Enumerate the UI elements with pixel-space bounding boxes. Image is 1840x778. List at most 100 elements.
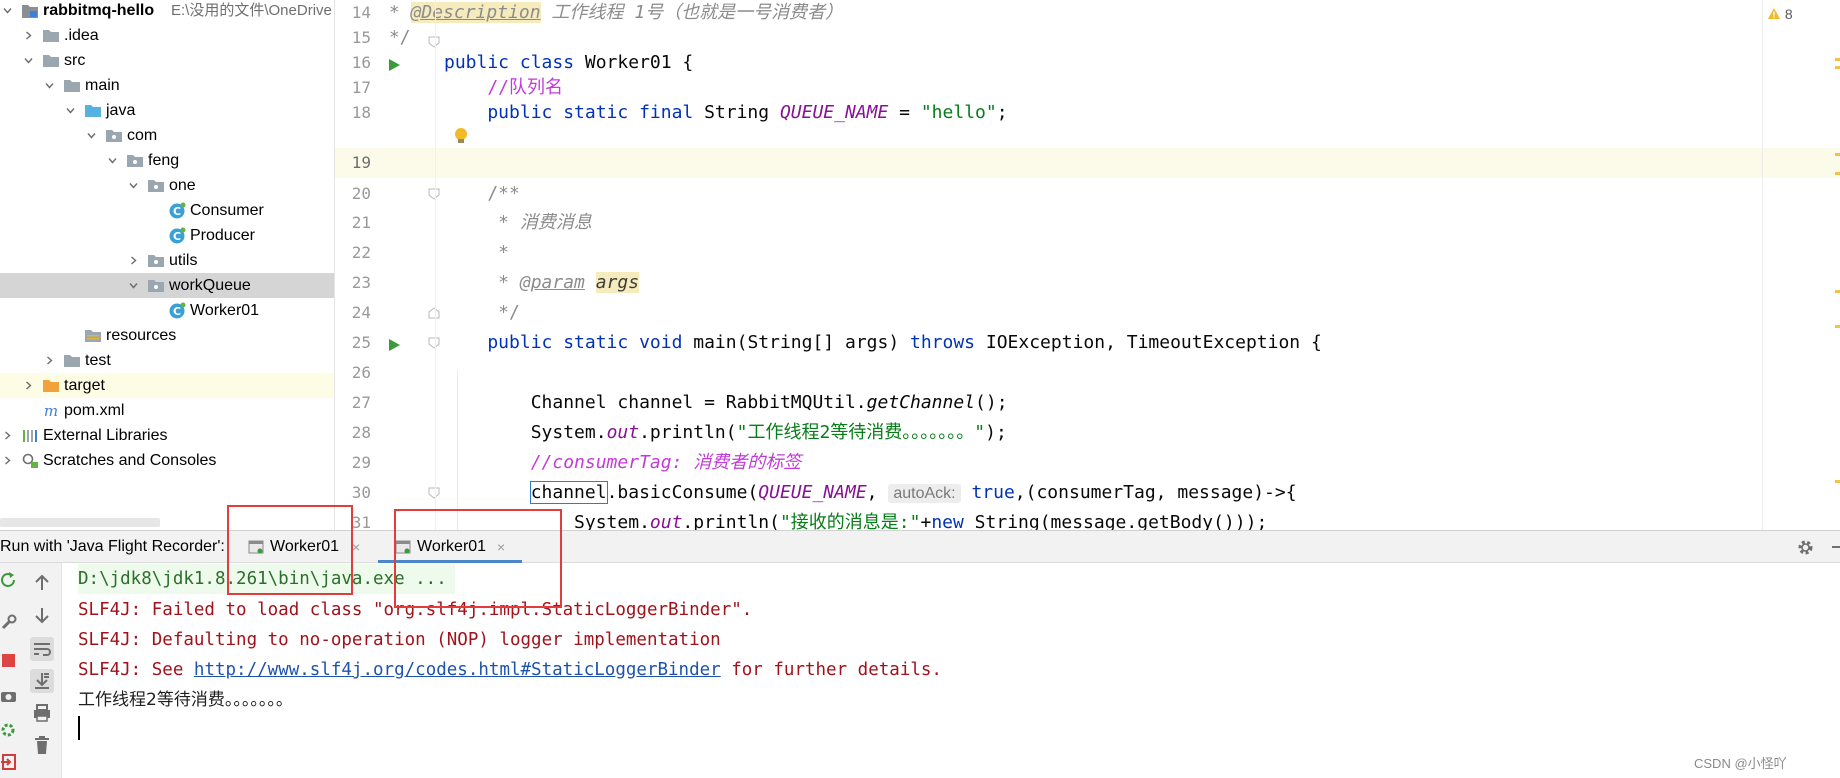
login-icon[interactable] [0, 753, 18, 771]
fold-icon[interactable] [428, 487, 440, 499]
run-side-toolbar [0, 563, 22, 778]
inspection-widget[interactable]: 8 [1767, 6, 1793, 22]
fold-icon[interactable] [428, 337, 440, 349]
tree-item-test[interactable]: test [0, 348, 334, 373]
soft-wrap-icon[interactable] [30, 637, 54, 661]
run-gutter-icon[interactable] [387, 336, 401, 351]
chevron-down-icon[interactable] [108, 156, 117, 165]
line-number: 30 [351, 483, 371, 502]
close-icon[interactable]: × [352, 531, 360, 563]
code-line-28: 28 System.out.println("工作线程2等待消费。。。。。。。"… [335, 418, 1840, 448]
chevron-down-icon[interactable] [87, 131, 96, 140]
horizontal-scrollbar[interactable] [0, 518, 160, 527]
tree-item-resources[interactable]: resources [0, 323, 334, 348]
code-editor[interactable]: 14 * @Description 工作线程 1号（也就是一号消费者） 15 *… [335, 0, 1840, 530]
line-number: 19 [351, 153, 371, 172]
tree-item-label: main [85, 77, 120, 94]
tree-item-label: workQueue [169, 277, 251, 294]
chevron-down-icon[interactable] [66, 106, 75, 115]
line-number: 23 [351, 273, 371, 292]
gutter-divider [435, 0, 436, 530]
fold-icon[interactable] [428, 307, 440, 319]
settings-gear-icon[interactable] [0, 721, 18, 739]
text-caret [78, 716, 80, 740]
chevron-down-icon[interactable] [129, 281, 138, 290]
right-margin-guide [1762, 0, 1763, 530]
parameter-hint: autoAck: [888, 484, 961, 503]
tree-item-producer[interactable]: C Producer [0, 223, 334, 248]
line-number: 27 [351, 393, 371, 412]
tree-item-label: Worker01 [190, 302, 260, 319]
watermark: CSDN @小怪吖 [1694, 756, 1787, 771]
console-output[interactable]: D:\jdk8\jdk1.8.261\bin\java.exe ... SLF4… [63, 563, 1840, 778]
tree-item-idea[interactable]: .idea [0, 23, 334, 48]
down-arrow-icon[interactable] [30, 603, 54, 627]
slf4j-link[interactable]: http://www.slf4j.org/codes.html#StaticLo… [194, 660, 721, 680]
warning-marker[interactable] [1835, 58, 1840, 61]
console-error-line: SLF4J: See http://www.slf4j.org/codes.ht… [78, 660, 942, 680]
tree-item-src[interactable]: src [0, 48, 334, 73]
folder-icon [63, 352, 81, 369]
tree-item-workqueue[interactable]: workQueue [0, 273, 334, 298]
tree-item-label: .idea [64, 27, 99, 44]
camera-icon[interactable] [0, 687, 18, 705]
trash-icon[interactable] [30, 733, 54, 757]
fold-icon[interactable] [428, 36, 440, 48]
package-icon [147, 177, 165, 194]
rerun-icon[interactable] [0, 571, 18, 589]
code-line-25: 25 public static void main(String[] args… [335, 328, 1840, 358]
up-arrow-icon[interactable] [30, 571, 54, 595]
gear-icon[interactable] [1797, 539, 1814, 556]
line-number: 21 [351, 213, 371, 232]
bulb-icon[interactable] [454, 127, 468, 145]
chevron-right-icon[interactable] [3, 456, 12, 465]
chevron-right-icon[interactable] [24, 381, 33, 390]
tree-item-feng[interactable]: feng [0, 148, 334, 173]
line-number: 18 [351, 103, 371, 122]
wrench-icon[interactable] [0, 613, 18, 631]
line-number: 29 [351, 453, 371, 472]
chevron-down-icon[interactable] [3, 6, 12, 15]
warning-marker[interactable] [1835, 290, 1840, 293]
warning-marker[interactable] [1835, 172, 1840, 175]
warning-marker[interactable] [1835, 325, 1840, 328]
scroll-to-end-icon[interactable] [30, 669, 54, 693]
print-icon[interactable] [30, 701, 54, 725]
tree-item-label: External Libraries [43, 427, 168, 444]
chevron-down-icon[interactable] [45, 81, 54, 90]
warning-marker[interactable] [1835, 153, 1840, 156]
chevron-right-icon[interactable] [129, 256, 138, 265]
warning-marker[interactable] [1835, 480, 1840, 483]
tree-item-one[interactable]: one [0, 173, 334, 198]
tree-item-rabbitmq-hello[interactable]: rabbitmq-hello E:\没用的文件\OneDrive [0, 0, 334, 23]
tree-item-scratches-and-consoles[interactable]: Scratches and Consoles [0, 448, 334, 473]
warning-marker[interactable] [1835, 66, 1840, 69]
tree-item-pom-xml[interactable]: m pom.xml [0, 398, 334, 423]
chevron-down-icon[interactable] [129, 181, 138, 190]
class-icon: C [168, 202, 186, 219]
chevron-right-icon[interactable] [24, 31, 33, 40]
tree-item-utils[interactable]: utils [0, 248, 334, 273]
tree-item-external-libraries[interactable]: External Libraries [0, 423, 334, 448]
module-icon [21, 2, 39, 19]
class-icon: C [168, 302, 186, 319]
hide-icon[interactable] [1832, 546, 1840, 548]
chevron-right-icon[interactable] [45, 356, 54, 365]
tree-item-label: one [169, 177, 196, 194]
project-path: E:\没用的文件\OneDrive [171, 2, 332, 19]
tree-item-com[interactable]: com [0, 123, 334, 148]
code-line-24: 24 */ [335, 298, 1840, 328]
stop-icon[interactable] [0, 651, 18, 669]
tree-item-target[interactable]: target [0, 373, 334, 398]
chevron-right-icon[interactable] [3, 431, 12, 440]
tree-item-java[interactable]: java [0, 98, 334, 123]
tree-item-consumer[interactable]: C Consumer [0, 198, 334, 223]
tree-item-main[interactable]: main [0, 73, 334, 98]
chevron-down-icon[interactable] [24, 56, 33, 65]
code-line-20: 20 /** [335, 179, 1840, 209]
run-gutter-icon[interactable] [387, 56, 401, 71]
tree-item-worker01[interactable]: C Worker01 [0, 298, 334, 323]
maven-icon: m [42, 402, 60, 419]
fold-icon[interactable] [428, 188, 440, 200]
code-text: channel.basicConsume(QUEUE_NAME, autoAck… [529, 481, 1297, 504]
